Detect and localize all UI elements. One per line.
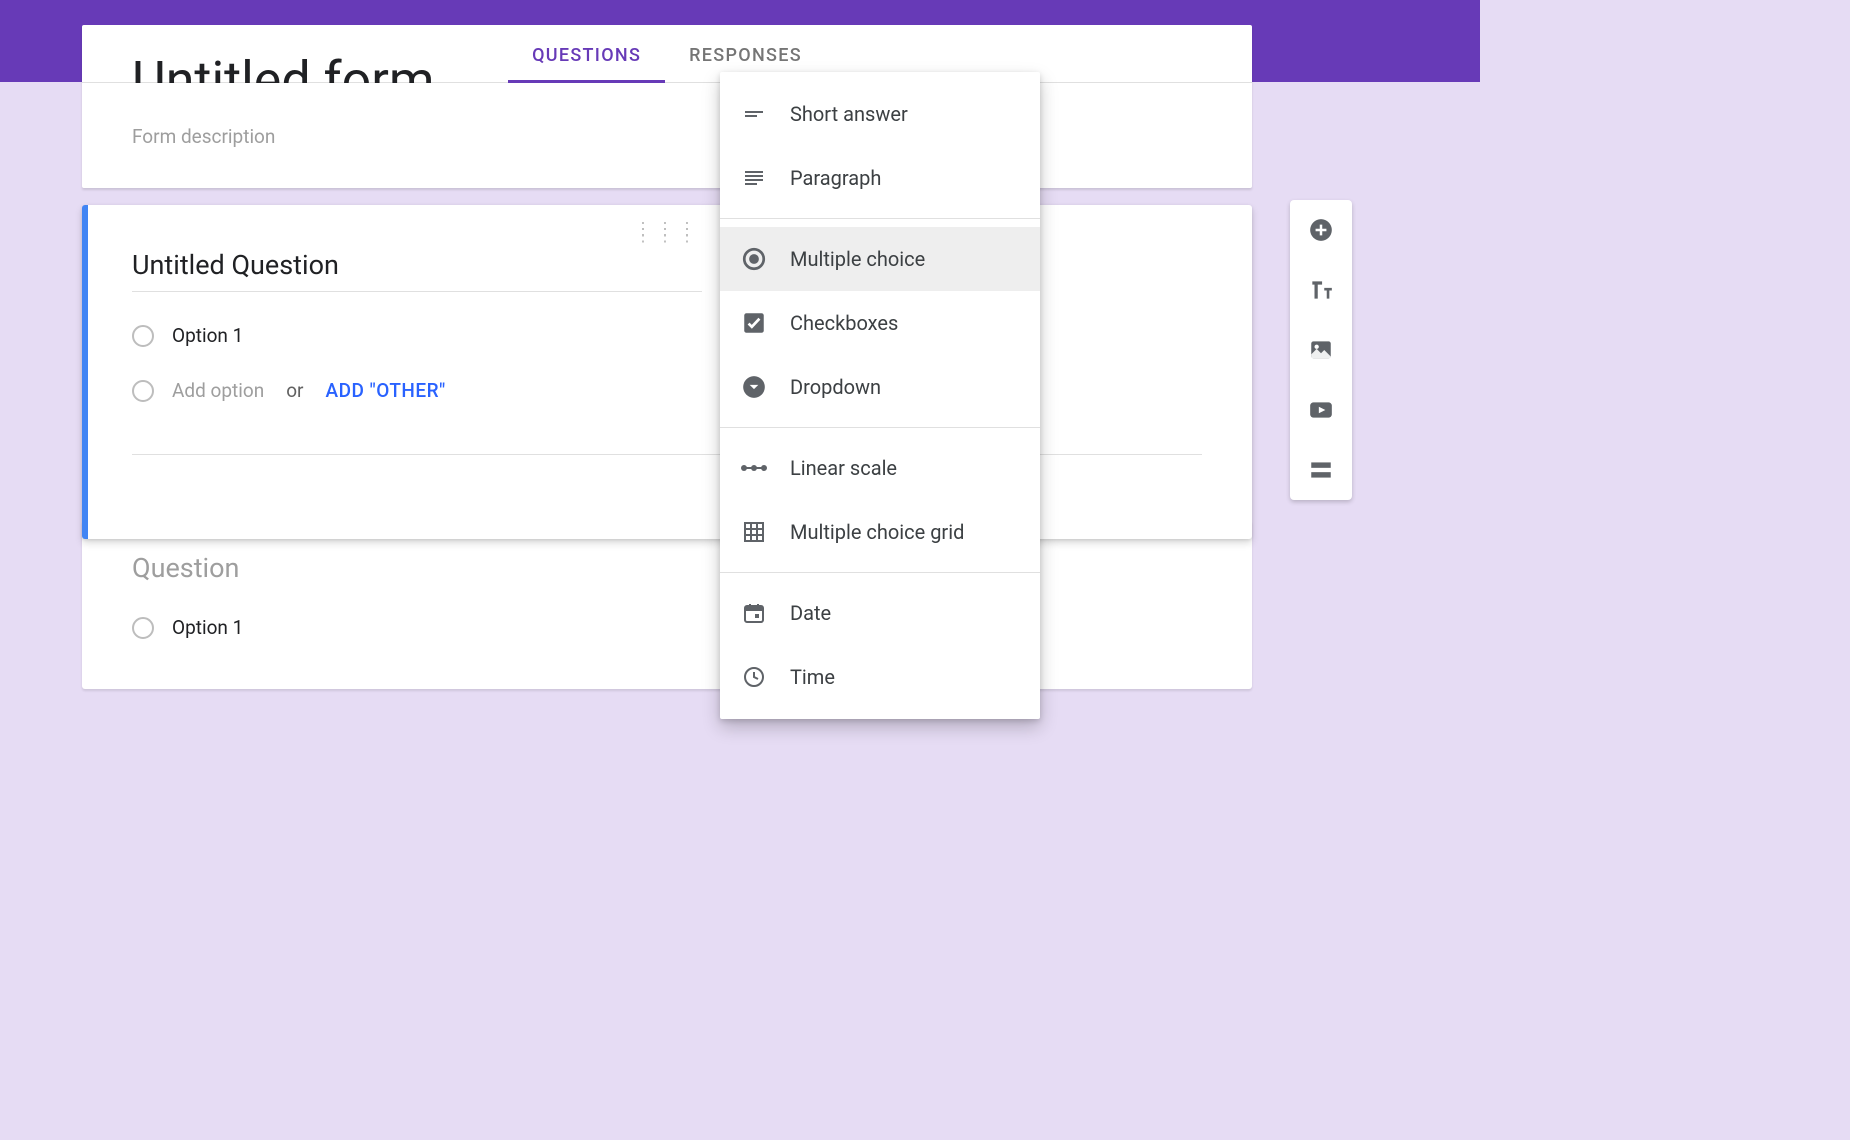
menu-item-label: Multiple choice bbox=[790, 247, 925, 271]
menu-item-label: Dropdown bbox=[790, 375, 881, 399]
radio-icon bbox=[740, 245, 768, 273]
add-video-button[interactable] bbox=[1307, 396, 1335, 424]
add-option-button[interactable]: Add option bbox=[172, 379, 264, 402]
checkbox-icon bbox=[740, 309, 768, 337]
divider bbox=[720, 572, 1040, 573]
add-other-button[interactable]: ADD "OTHER" bbox=[326, 379, 446, 402]
add-section-button[interactable] bbox=[1307, 456, 1335, 484]
menu-item-linear-scale[interactable]: Linear scale bbox=[720, 436, 1040, 500]
dropdown-icon bbox=[740, 373, 768, 401]
form-description[interactable]: Form description bbox=[132, 125, 1202, 148]
form-header-card: QUESTIONS RESPONSES Untitled form Form d… bbox=[82, 25, 1252, 188]
option-row: Option 1 bbox=[132, 616, 1202, 639]
question-type-menu[interactable]: Short answer Paragraph Multiple choice C… bbox=[720, 72, 1040, 719]
menu-item-dropdown[interactable]: Dropdown bbox=[720, 355, 1040, 419]
short-answer-icon bbox=[740, 100, 768, 128]
menu-item-checkboxes[interactable]: Checkboxes bbox=[720, 291, 1040, 355]
menu-item-short-answer[interactable]: Short answer bbox=[720, 82, 1040, 146]
drag-handle-icon[interactable]: ⋮⋮⋮⋮⋮⋮ bbox=[132, 227, 1202, 239]
or-label: or bbox=[286, 379, 303, 402]
time-icon bbox=[740, 663, 768, 691]
side-toolbar bbox=[1290, 200, 1352, 500]
radio-icon bbox=[132, 617, 154, 639]
menu-item-label: Time bbox=[790, 665, 835, 689]
menu-item-date[interactable]: Date bbox=[720, 581, 1040, 645]
tab-questions[interactable]: QUESTIONS bbox=[508, 45, 665, 82]
menu-item-label: Paragraph bbox=[790, 166, 881, 190]
question-card-active: ⋮⋮⋮⋮⋮⋮ Untitled Question Option 1 Add op… bbox=[82, 205, 1252, 539]
menu-item-label: Short answer bbox=[790, 102, 908, 126]
divider bbox=[720, 427, 1040, 428]
divider bbox=[720, 218, 1040, 219]
add-image-button[interactable] bbox=[1307, 336, 1335, 364]
question-footer bbox=[132, 455, 1202, 511]
menu-item-grid[interactable]: Multiple choice grid bbox=[720, 500, 1040, 564]
linear-scale-icon bbox=[740, 454, 768, 482]
question-card[interactable]: Question Option 1 bbox=[82, 520, 1252, 689]
date-icon bbox=[740, 599, 768, 627]
add-title-button[interactable] bbox=[1307, 276, 1335, 304]
menu-item-label: Multiple choice grid bbox=[790, 520, 964, 544]
add-option-row: Add option or ADD "OTHER" bbox=[132, 379, 1202, 402]
radio-icon bbox=[132, 325, 154, 347]
option-label[interactable]: Option 1 bbox=[172, 324, 243, 347]
add-question-button[interactable] bbox=[1307, 216, 1335, 244]
menu-item-label: Checkboxes bbox=[790, 311, 898, 335]
grid-icon bbox=[740, 518, 768, 546]
radio-icon bbox=[132, 380, 154, 402]
menu-item-label: Linear scale bbox=[790, 456, 897, 480]
question-title[interactable]: Question bbox=[132, 552, 1202, 584]
option-row: Option 1 bbox=[132, 324, 1202, 347]
question-title-input[interactable]: Untitled Question bbox=[132, 249, 702, 292]
menu-item-paragraph[interactable]: Paragraph bbox=[720, 146, 1040, 210]
paragraph-icon bbox=[740, 164, 768, 192]
option-label[interactable]: Option 1 bbox=[172, 616, 243, 639]
menu-item-label: Date bbox=[790, 601, 831, 625]
menu-item-time[interactable]: Time bbox=[720, 645, 1040, 709]
menu-item-multiple-choice[interactable]: Multiple choice bbox=[720, 227, 1040, 291]
